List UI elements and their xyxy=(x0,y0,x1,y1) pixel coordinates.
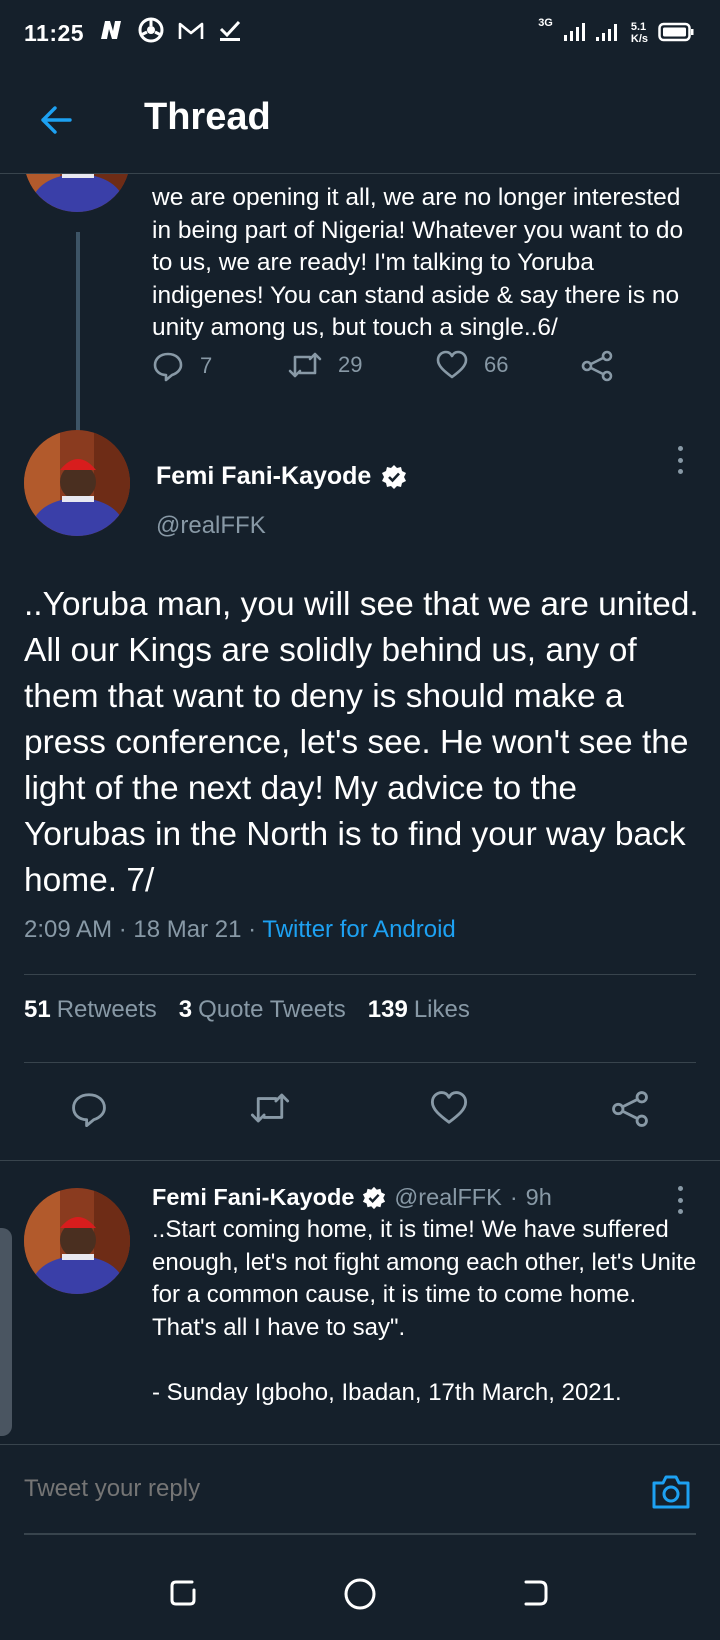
reply-more-options-icon[interactable] xyxy=(675,1186,685,1214)
recent-apps-button[interactable] xyxy=(166,1576,200,1615)
network-speed: 5.1 K/s xyxy=(631,21,648,45)
home-button[interactable] xyxy=(342,1576,378,1617)
signal-icon-2 xyxy=(595,22,621,45)
quotes-stat[interactable]: 3 Quote Tweets xyxy=(179,996,346,1024)
retweet-icon xyxy=(250,1093,290,1123)
previous-tweet-avatar[interactable] xyxy=(24,174,130,212)
likes-stat-count: 139 xyxy=(367,996,408,1023)
back-nav-button[interactable] xyxy=(518,1576,552,1615)
divider xyxy=(0,1160,720,1161)
author-name: Femi Fani-Kayode xyxy=(156,462,372,490)
more-options-icon[interactable] xyxy=(675,446,685,474)
like-count: 66 xyxy=(484,352,509,377)
reply-icon xyxy=(72,1093,106,1128)
retweets-stat[interactable]: 51 Retweets xyxy=(24,996,157,1024)
likes-stat[interactable]: 139 Likes xyxy=(368,996,470,1024)
battery-icon xyxy=(658,22,694,45)
main-share-button[interactable] xyxy=(610,1090,650,1133)
download-done-icon xyxy=(218,18,242,48)
reply-composer xyxy=(0,1444,720,1538)
camera-icon xyxy=(652,1475,690,1509)
scroll-handle[interactable] xyxy=(0,1228,12,1436)
network-speed-value: 5.1 xyxy=(630,21,647,33)
main-tweet-author[interactable]: Femi Fani-Kayode xyxy=(156,462,407,491)
main-tweet-avatar[interactable] xyxy=(24,430,130,536)
reply-input-underline xyxy=(24,1533,696,1535)
quotes-stat-label: Quote Tweets xyxy=(198,996,346,1023)
system-nav-bar xyxy=(0,1540,720,1640)
main-like-button[interactable] xyxy=(430,1090,468,1131)
heart-icon xyxy=(430,1091,468,1124)
main-reply-button[interactable] xyxy=(70,1090,108,1133)
reply-action[interactable]: 7 xyxy=(152,350,212,382)
main-tweet-text: ..Yoruba man, you will see that we are u… xyxy=(24,586,699,899)
retweets-stat-count: 51 xyxy=(24,996,51,1023)
home-circle-icon xyxy=(344,1578,376,1610)
main-retweet-button[interactable] xyxy=(250,1090,290,1131)
share-icon xyxy=(581,350,613,382)
share-icon xyxy=(612,1091,648,1127)
divider xyxy=(24,974,696,975)
arrow-left-icon xyxy=(41,106,72,134)
likes-stat-label: Likes xyxy=(413,996,470,1023)
back-button[interactable] xyxy=(38,102,74,138)
reply-tweet-text: ..Start coming home, it is time! We have… xyxy=(152,1216,697,1406)
quotes-stat-count: 3 xyxy=(178,996,193,1023)
network-type-label: 3G xyxy=(538,17,553,29)
previous-tweet-text: we are opening it all, we are no longer … xyxy=(152,184,684,341)
reply-age: 9h xyxy=(525,1184,552,1210)
page-title: Thread xyxy=(144,96,271,138)
retweet-action[interactable]: 29 xyxy=(288,350,362,380)
thread-connector-line xyxy=(76,232,80,442)
tweet-meta: 2:09 AM · 18 Mar 21 · Twitter for Androi… xyxy=(24,916,456,943)
reply-tweet-avatar[interactable] xyxy=(24,1188,130,1294)
status-bar: 11:25 3G 5.1 K/s xyxy=(0,0,720,66)
reply-separator: · xyxy=(509,1184,518,1210)
author-handle[interactable]: @realFFK xyxy=(156,512,266,540)
reply-icon xyxy=(153,352,183,382)
tweet-date: 18 Mar 21 xyxy=(133,916,242,943)
tweet-source-link[interactable]: Twitter for Android xyxy=(262,916,455,943)
main-tweet-actions xyxy=(0,1064,720,1164)
notification-app-icon xyxy=(98,19,124,47)
thread-content[interactable]: we are opening it all, we are no longer … xyxy=(0,174,720,1444)
reply-tweet-author[interactable]: Femi Fani-Kayode @realFFK · 9h xyxy=(152,1184,552,1211)
gmail-icon xyxy=(178,20,204,47)
heart-icon xyxy=(436,350,468,379)
like-action[interactable]: 66 xyxy=(436,350,508,380)
chrome-icon xyxy=(138,17,164,49)
status-time: 11:25 xyxy=(24,19,85,46)
verified-badge-icon xyxy=(363,1186,386,1209)
reply-input[interactable] xyxy=(24,1475,584,1503)
signal-icon-1 xyxy=(563,22,585,45)
tweet-stats: 51 Retweets 3 Quote Tweets 139 Likes xyxy=(24,996,470,1024)
reply-author-name: Femi Fani-Kayode xyxy=(152,1184,355,1210)
thread-header: Thread xyxy=(0,66,720,174)
recent-apps-icon xyxy=(170,1580,196,1606)
back-nav-icon xyxy=(524,1580,548,1606)
tweet-time: 2:09 AM xyxy=(24,916,113,943)
verified-badge-icon xyxy=(382,464,407,489)
retweets-stat-label: Retweets xyxy=(56,996,157,1023)
network-speed-unit: K/s xyxy=(630,33,648,45)
reply-count: 7 xyxy=(200,353,213,378)
share-action[interactable] xyxy=(580,350,614,382)
divider xyxy=(24,1062,696,1063)
retweet-count: 29 xyxy=(338,352,363,377)
reply-author-handle: @realFFK xyxy=(394,1184,502,1210)
camera-button[interactable] xyxy=(650,1473,692,1516)
retweet-icon xyxy=(288,352,322,378)
